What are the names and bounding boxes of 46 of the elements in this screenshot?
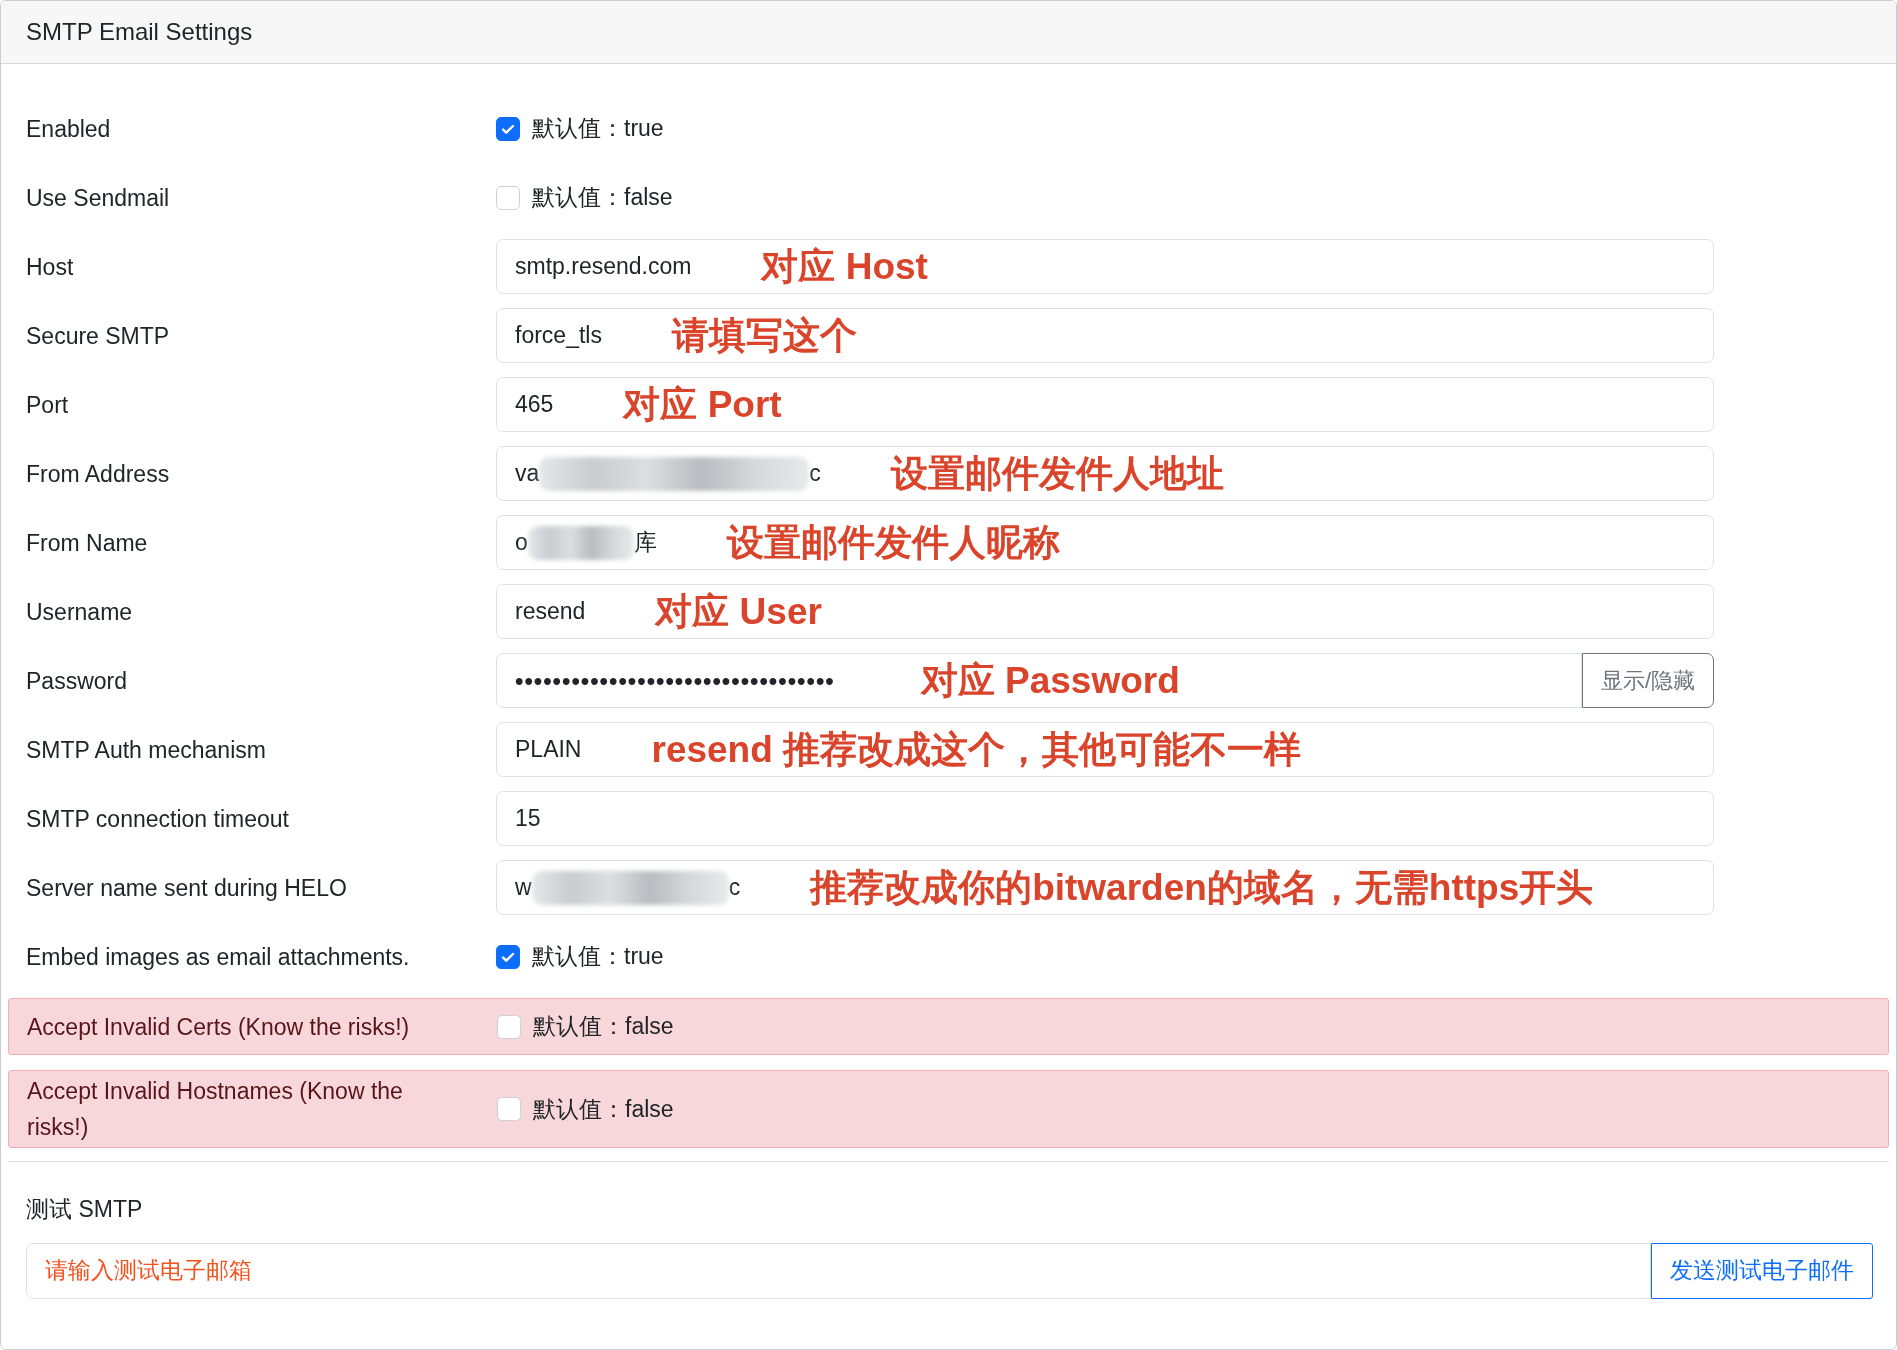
default-value-text: 默认值：false xyxy=(533,1012,674,1042)
default-value-text: 默认值：false xyxy=(533,1094,674,1124)
default-value-text: 默认值：false xyxy=(532,183,673,213)
input-field[interactable]: w c 推荐改成你的bitwarden的域名，无需https开头 xyxy=(496,860,1714,915)
input-field[interactable]: 15 xyxy=(496,791,1714,846)
annotation-text: 设置邮件发件人地址 xyxy=(890,455,1224,492)
default-value-text: 默认值：true xyxy=(532,942,664,972)
field-label: Server name sent during HELO xyxy=(26,874,347,901)
card-title: SMTP Email Settings xyxy=(26,17,253,47)
field-label: From Name xyxy=(26,529,148,556)
field-label: Secure SMTP xyxy=(26,322,170,349)
annotation-text: 设置邮件发件人昵称 xyxy=(726,524,1060,561)
input-field[interactable]: •••••••••••••••••••••••••••••••••• 对应 Password xyxy=(496,653,1582,708)
annotation-text: 对应 Host xyxy=(761,248,928,285)
section-label: 测试 SMTP xyxy=(26,1195,144,1224)
field-label: Enabled xyxy=(26,115,111,142)
field-label: Username xyxy=(26,598,133,625)
field-label: Embed images as email attachments. xyxy=(26,943,410,970)
input-field[interactable]: smtp.resend.com 对应 Host xyxy=(496,239,1714,294)
email-input-field[interactable]: 请输入测试电子邮箱 xyxy=(26,1242,1651,1299)
checkbox[interactable] xyxy=(496,116,520,141)
input-field[interactable]: 465 对应 Port xyxy=(496,377,1714,432)
input-field[interactable]: o 库 设置邮件发件人昵称 xyxy=(496,515,1714,570)
field-label: From Address xyxy=(26,460,170,487)
annotation-text: resend 推荐改成这个，其他可能不一样 xyxy=(651,731,1302,768)
field-label: Use Sendmail xyxy=(26,184,170,211)
annotation-text: 对应 Password xyxy=(920,662,1180,699)
field-label: Accept Invalid Certs (Know the risks!) xyxy=(27,1013,410,1040)
send-test-email-button[interactable]: 发送测试电子邮件 xyxy=(1651,1242,1873,1299)
field-label: Host xyxy=(26,253,74,280)
field-label: Password xyxy=(26,667,127,694)
annotation-text: 请填写这个 xyxy=(671,317,857,354)
show-hide-button[interactable]: 显示/隐藏 xyxy=(1581,653,1714,708)
default-value-text: 默认值：true xyxy=(532,114,664,144)
field-label: SMTP connection timeout xyxy=(26,805,289,832)
checkbox[interactable] xyxy=(496,944,520,969)
input-field[interactable]: va c 设置邮件发件人地址 xyxy=(496,446,1714,501)
annotation-text: 对应 User xyxy=(655,593,822,630)
input-field[interactable]: force_tls 请填写这个 xyxy=(496,308,1714,363)
field-label: SMTP Auth mechanism xyxy=(26,736,266,763)
annotation-text: 对应 Port xyxy=(623,386,782,423)
field-label: Port xyxy=(26,391,69,418)
field-label: Accept Invalid Hostnames (Know the risks!) xyxy=(27,1078,403,1140)
input-field[interactable]: PLAIN resend 推荐改成这个，其他可能不一样 xyxy=(496,722,1714,777)
input-field[interactable]: resend 对应 User xyxy=(496,584,1714,639)
annotation-text: 推荐改成你的bitwarden的域名，无需https开头 xyxy=(810,869,1594,906)
